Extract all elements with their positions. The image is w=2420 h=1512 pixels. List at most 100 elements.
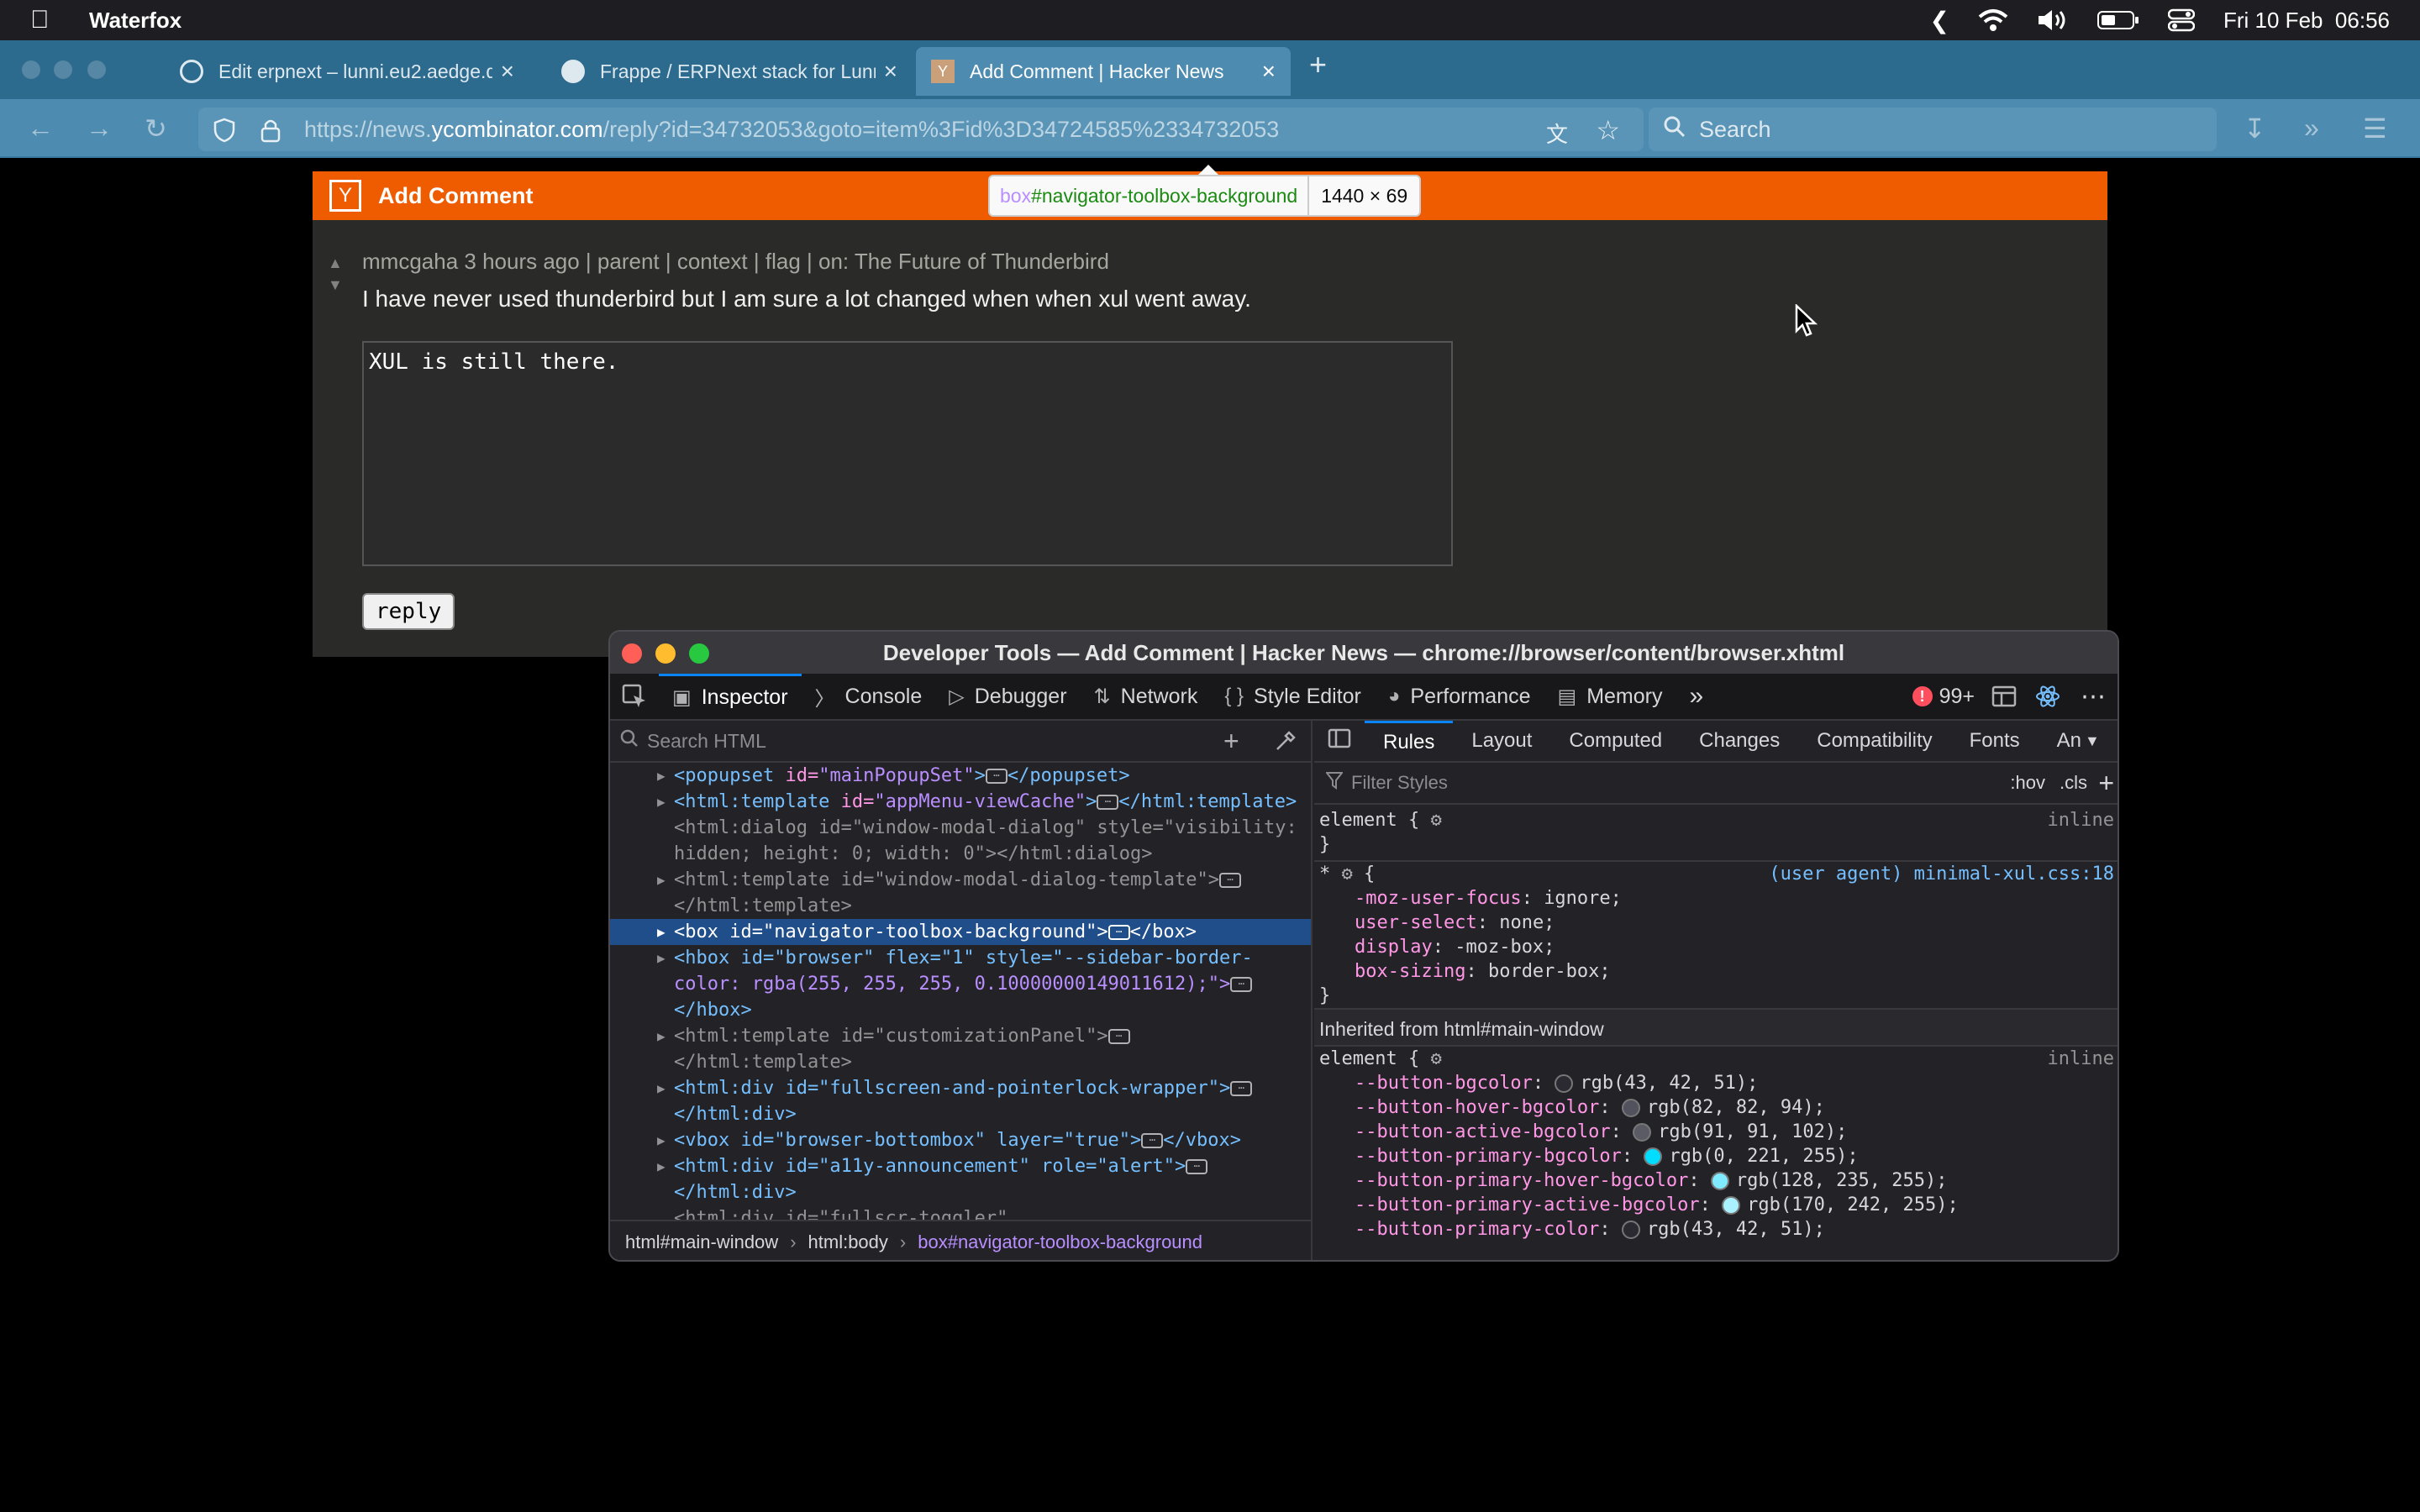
eyedropper-icon[interactable] — [1274, 729, 1297, 758]
markup-node-selected[interactable]: ▶ <box id="navigator-toolbox-background">… — [610, 919, 1311, 945]
gear-icon[interactable]: ⚙ — [1342, 864, 1353, 885]
wifi-icon[interactable] — [1978, 8, 2008, 32]
rule-source-link[interactable]: (user agent) minimal-xul.css:18 — [1769, 862, 2114, 886]
toolbox-settings-icon[interactable] — [2027, 674, 2069, 719]
markup-node-continuation[interactable]: hidden; height: 0; width: 0"></html:dial… — [610, 841, 1311, 867]
markup-node[interactable]: ▶ <vbox id="browser-bottombox" layer="tru… — [610, 1127, 1311, 1153]
tab-console[interactable]: 〉 Console — [802, 674, 936, 719]
color-swatch[interactable] — [1710, 1172, 1729, 1190]
devtools-minimize-button[interactable] — [655, 643, 676, 664]
css-declaration[interactable]: -moz-user-focus: ignore; — [1314, 886, 2118, 911]
forward-arrow-icon[interactable]: → — [86, 113, 113, 144]
markup-node-continuation[interactable]: color: rgba(255, 255, 255, 0.10000000149… — [610, 971, 1311, 997]
tabs-dropdown-icon[interactable]: ▼ — [2085, 732, 2100, 750]
window-minimize-button[interactable] — [54, 60, 72, 79]
reply-textarea[interactable] — [362, 341, 1453, 566]
tab-memory[interactable]: ▤ Memory — [1544, 674, 1676, 719]
tab-rules[interactable]: Rules — [1365, 721, 1454, 761]
bookmark-star-icon[interactable]: ☆ — [1596, 114, 1620, 146]
tab-inspector[interactable]: ▣ Inspector — [659, 674, 802, 719]
css-declaration[interactable]: --button-active-bgcolor: rgb(91, 91, 102… — [1314, 1120, 2118, 1144]
chevron-left-icon[interactable]: ❮ — [1930, 7, 1949, 34]
reload-icon[interactable]: ↻ — [145, 113, 167, 144]
tab-close-icon[interactable]: × — [501, 58, 514, 85]
markup-node[interactable]: ▶ <html:template id="window-modal-dialog-… — [610, 867, 1311, 893]
markup-node-continuation[interactable]: </hbox> — [610, 997, 1311, 1023]
breadcrumb-item[interactable]: html:body — [808, 1231, 888, 1253]
devtools-zoom-button[interactable] — [689, 643, 709, 664]
overflow-chevron-icon[interactable]: » — [2304, 113, 2319, 144]
comment-header[interactable]: mmcgaha 3 hours ago | parent | context |… — [362, 249, 1109, 275]
gear-icon[interactable]: ⚙ — [1430, 810, 1441, 831]
tab-changes[interactable]: Changes — [1681, 721, 1798, 761]
color-swatch[interactable] — [1555, 1074, 1574, 1093]
collapsed-ellipsis-icon[interactable]: ⋯ — [1219, 873, 1242, 888]
back-arrow-icon[interactable]: ← — [27, 113, 54, 144]
expand-triangle-icon[interactable]: ▶ — [657, 1127, 666, 1153]
tab-add-comment[interactable]: Y Add Comment | Hacker News × — [916, 47, 1291, 96]
markup-node[interactable]: ▶ <html:div id="a11y-announcement" role="… — [610, 1153, 1311, 1179]
color-swatch[interactable] — [1644, 1147, 1663, 1166]
breadcrumb-item-current[interactable]: box#navigator-toolbox-background — [918, 1231, 1202, 1253]
dock-layout-icon[interactable] — [1981, 674, 2027, 719]
markup-node-continuation[interactable]: </html:div> — [610, 1101, 1311, 1127]
collapsed-ellipsis-icon[interactable]: ⋯ — [985, 769, 1007, 784]
volume-icon[interactable] — [2037, 8, 2069, 32]
rule-selector[interactable]: element { ⚙ inline — [1314, 1047, 2118, 1071]
collapsed-ellipsis-icon[interactable]: ⋯ — [1141, 1133, 1164, 1148]
css-declaration[interactable]: --button-primary-hover-bgcolor: rgb(128,… — [1314, 1168, 2118, 1193]
tab-performance[interactable]: ◕ Performance — [1375, 674, 1544, 719]
rule-selector[interactable]: * ⚙ {(user agent) minimal-xul.css:18 — [1314, 862, 2118, 886]
new-tab-plus-icon[interactable]: + — [1309, 47, 1327, 82]
collapsed-ellipsis-icon[interactable]: ⋯ — [1107, 925, 1130, 940]
upvote-arrow-icon[interactable]: ▲ — [328, 252, 343, 274]
tab-close-icon[interactable]: × — [884, 58, 897, 85]
devtools-close-button[interactable] — [622, 643, 642, 664]
expand-triangle-icon[interactable]: ▶ — [657, 945, 666, 971]
shield-icon[interactable] — [213, 118, 235, 149]
expand-triangle-icon[interactable]: ▶ — [657, 919, 666, 945]
expand-triangle-icon[interactable]: ▶ — [657, 1075, 666, 1101]
tab-computed[interactable]: Computed — [1550, 721, 1681, 761]
markup-node-continuation[interactable]: </html:div> — [610, 1179, 1311, 1205]
tab-animations[interactable]: An — [2039, 721, 2085, 761]
color-swatch[interactable] — [1633, 1123, 1652, 1142]
add-node-icon[interactable]: + — [1223, 726, 1239, 757]
css-declaration[interactable]: --button-bgcolor: rgb(43, 42, 51); — [1314, 1071, 2118, 1095]
expand-triangle-icon[interactable]: ▶ — [657, 1023, 666, 1049]
markup-node[interactable]: <html:dialog id="window-modal-dialog" st… — [610, 815, 1311, 841]
cls-toggle[interactable]: .cls — [2060, 772, 2087, 794]
window-zoom-button[interactable] — [87, 60, 106, 79]
menubar-clock[interactable]: Fri 10 Feb 06:56 — [2223, 8, 2390, 34]
translate-icon[interactable]: 文 — [1546, 118, 1568, 149]
collapsed-ellipsis-icon[interactable]: ⋯ — [1097, 795, 1119, 810]
expand-triangle-icon[interactable]: ▶ — [657, 789, 666, 815]
css-declaration[interactable]: --button-primary-active-bgcolor: rgb(170… — [1314, 1193, 2118, 1217]
reply-button[interactable]: reply — [362, 593, 455, 630]
markup-node[interactable]: ▶ <html:template id="customizationPanel">… — [610, 1023, 1311, 1049]
css-declaration[interactable]: display: -moz-box; — [1314, 935, 2118, 959]
tab-frappe-github[interactable]: Frappe / ERPNext stack for Lunni × — [546, 47, 913, 96]
markup-node-continuation[interactable]: </html:template> — [610, 893, 1311, 919]
tab-fonts[interactable]: Fonts — [1951, 721, 2039, 761]
tab-style-editor[interactable]: { } Style Editor — [1211, 674, 1375, 719]
css-declaration[interactable]: user-select: none; — [1314, 911, 2118, 935]
expand-triangle-icon[interactable]: ▶ — [657, 1153, 666, 1179]
tab-compatibility[interactable]: Compatibility — [1798, 721, 1950, 761]
collapsed-ellipsis-icon[interactable]: ⋯ — [1107, 1029, 1130, 1044]
expand-triangle-icon[interactable]: ▶ — [657, 763, 666, 789]
markup-node[interactable]: ▶ <hbox id="browser" flex="1" style="--si… — [610, 945, 1311, 971]
tab-edit-erpnext[interactable]: Edit erpnext – lunni.eu2.aedge.d × — [165, 47, 529, 96]
markup-node[interactable]: ▶ <html:template id="appMenu-viewCache"> ⋯… — [610, 789, 1311, 815]
downloads-icon[interactable]: ↧ — [2244, 113, 2266, 144]
css-declaration[interactable]: box-sizing: border-box; — [1314, 959, 2118, 984]
color-swatch[interactable] — [1722, 1196, 1741, 1215]
breadcrumb-item[interactable]: html#main-window — [625, 1231, 778, 1253]
gear-icon[interactable]: ⚙ — [1430, 1048, 1441, 1069]
tab-network[interactable]: ⇅ Network — [1081, 674, 1212, 719]
filter-styles-input[interactable]: Filter Styles :hov .cls + — [1314, 763, 2118, 805]
markup-node[interactable]: <html:div id="fullscr-toggler" — [610, 1205, 1311, 1220]
collapsed-ellipsis-icon[interactable]: ⋯ — [1186, 1159, 1208, 1174]
toggle-sidebar-icon[interactable] — [1314, 728, 1365, 754]
add-rule-icon[interactable]: + — [2098, 768, 2114, 799]
